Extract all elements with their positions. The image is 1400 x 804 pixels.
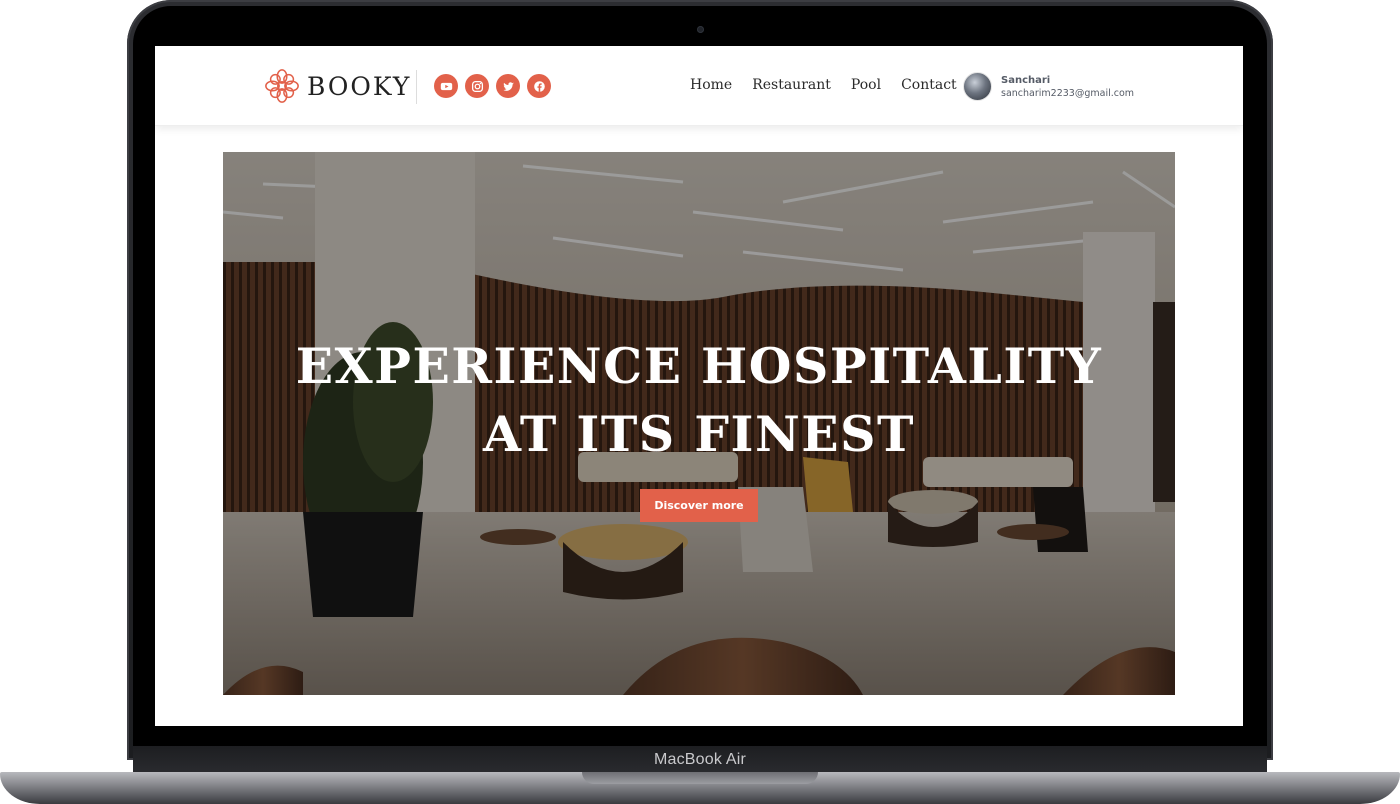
nav-item-pool[interactable]: Pool [851, 77, 881, 93]
device-label: MacBook Air [653, 751, 746, 768]
social-links [434, 74, 551, 98]
discover-more-button[interactable]: Discover more [640, 489, 758, 522]
twitter-link[interactable] [496, 74, 520, 98]
laptop-chin: MacBook Air [133, 746, 1267, 774]
camera-icon [697, 26, 704, 33]
avatar[interactable] [963, 72, 992, 101]
user-info: Sanchari sancharim2233@gmail.com [1001, 74, 1134, 100]
youtube-link[interactable] [434, 74, 458, 98]
navbar: BOOKY Home Restaurant Pool Contact Sanch… [155, 46, 1243, 126]
instagram-link[interactable] [465, 74, 489, 98]
hero-banner: EXPERIENCE HOSPITALITY AT ITS FINEST Dis… [223, 152, 1175, 695]
laptop-notch [582, 772, 818, 784]
hero-title-line-2: AT ITS FINEST [483, 405, 915, 463]
twitter-icon [502, 81, 514, 91]
mandala-logo-icon [265, 69, 299, 103]
hero-title-line-1: EXPERIENCE HOSPITALITY [295, 337, 1103, 395]
nav-item-restaurant[interactable]: Restaurant [752, 77, 831, 93]
browser-screen: BOOKY Home Restaurant Pool Contact Sanch… [155, 46, 1243, 726]
youtube-icon [440, 82, 452, 90]
instagram-icon [471, 80, 483, 92]
facebook-icon [533, 80, 545, 92]
nav-item-contact[interactable]: Contact [901, 77, 957, 93]
user-name: Sanchari [1001, 74, 1051, 86]
nav-divider [416, 70, 417, 104]
brand-logo[interactable]: BOOKY [263, 67, 411, 105]
nav-item-home[interactable]: Home [690, 77, 732, 93]
user-email: sancharim2233@gmail.com [1001, 87, 1135, 99]
main-nav: Home Restaurant Pool Contact [690, 77, 957, 93]
facebook-link[interactable] [527, 74, 551, 98]
hero-title: EXPERIENCE HOSPITALITY AT ITS FINEST [223, 332, 1175, 468]
brand-name: BOOKY [307, 71, 412, 101]
user-profile[interactable]: Sanchari sancharim2233@gmail.com [963, 72, 1134, 101]
